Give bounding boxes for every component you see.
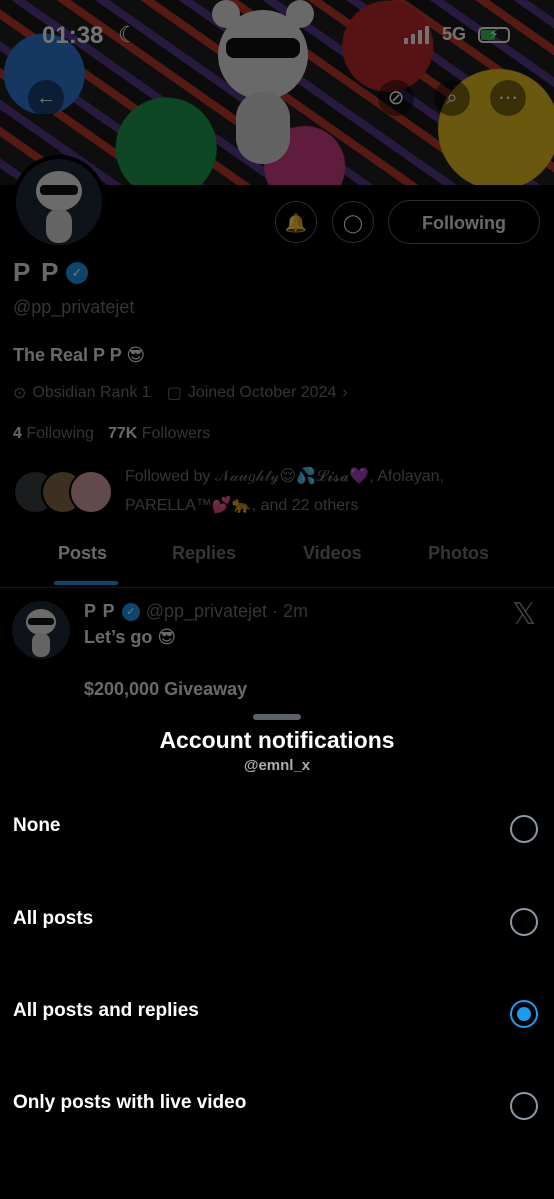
message-icon: ◯ xyxy=(342,213,364,233)
following-button[interactable]: Following xyxy=(388,200,540,244)
tab-posts[interactable]: Posts xyxy=(58,543,107,564)
sheet-subtitle: @emnl_x xyxy=(243,757,311,774)
signal-icon xyxy=(404,26,429,44)
no-notifications-icon[interactable]: ⊘ xyxy=(378,80,414,116)
post-text-line2: $200,000 Giveaway xyxy=(84,679,248,699)
followed-by-row[interactable]: Followed by 𝒩𝒶𝓊𝑔𝒽𝓉𝓎😌💦𝓛𝓲𝓼𝓪💜, Afolayan, PA… xyxy=(13,460,543,520)
back-arrow-icon[interactable]: ← xyxy=(28,80,64,116)
network-type: 5G xyxy=(442,24,467,44)
verified-badge-icon: ✓ xyxy=(66,262,88,284)
profile-name: P P xyxy=(13,257,61,287)
verified-badge-icon: ✓ xyxy=(121,602,140,621)
option-label: None xyxy=(13,815,61,836)
post-handle-time: @pp_privatejet · 2m xyxy=(145,601,309,621)
status-time: 01:38 xyxy=(42,22,104,49)
profile-joined[interactable]: Joined October 2024 xyxy=(188,384,337,402)
chevron-right-icon: › xyxy=(342,384,348,401)
radio-button[interactable] xyxy=(510,815,538,843)
post-header: P P ✓ @pp_privatejet · 2m xyxy=(84,601,308,622)
profile-section: 🔔 ◯ Following P P ✓ @pp_privatejet The R… xyxy=(0,155,554,785)
profile-handle: @pp_privatejet xyxy=(13,297,135,317)
profile-bio: The Real P P 😎 xyxy=(13,345,146,365)
profile-meta: ⊙ Obsidian Rank 1 ▢ Joined October 2024 … xyxy=(13,383,348,403)
profile-tabs: Posts Replies Videos Photos xyxy=(0,525,554,588)
location-icon: ⊙ xyxy=(13,385,27,402)
post-avatar[interactable] xyxy=(12,601,70,659)
x-logo-icon: 𝕏 xyxy=(512,597,537,632)
following-stat[interactable]: 4 Following xyxy=(13,425,94,443)
more-icon[interactable]: ⋯ xyxy=(490,80,526,116)
account-notifications-sheet: Account notifications @emnl_x None All p… xyxy=(0,705,554,1199)
calendar-icon: ▢ xyxy=(166,385,182,402)
radio-button[interactable] xyxy=(510,908,538,936)
search-icon[interactable]: ⌕ xyxy=(434,80,470,116)
option-live-video-only[interactable]: Only posts with live video xyxy=(0,1064,554,1144)
tab-replies[interactable]: Replies xyxy=(172,543,236,564)
sheet-grabber[interactable] xyxy=(253,714,301,720)
notification-bell-button[interactable]: 🔔 xyxy=(275,201,317,243)
avatar[interactable] xyxy=(12,155,106,249)
status-bar: 01:38 ☾ 5G ⚡ xyxy=(0,0,554,72)
sheet-title: Account notifications xyxy=(159,727,395,753)
option-label: All posts xyxy=(13,908,94,929)
option-label: Only posts with live video xyxy=(13,1092,247,1113)
followed-by-text: Followed by 𝒩𝒶𝓊𝑔𝒽𝓉𝓎😌💦𝓛𝓲𝓼𝓪💜, Afolayan, PA… xyxy=(125,468,444,514)
post-text-line1: Let’s go 😎 xyxy=(84,627,177,647)
option-none[interactable]: None xyxy=(0,787,554,867)
radio-button[interactable] xyxy=(510,1092,538,1120)
moon-icon: ☾ xyxy=(118,22,138,47)
follower-avatar xyxy=(69,470,113,514)
followers-stat[interactable]: 77K Followers xyxy=(108,425,210,443)
post-author-name: P P xyxy=(84,601,116,621)
profile-location: Obsidian Rank 1 xyxy=(32,384,151,401)
option-all-posts[interactable]: All posts xyxy=(0,880,554,960)
option-all-posts-and-replies[interactable]: All posts and replies xyxy=(0,972,554,1052)
tab-photos[interactable]: Photos xyxy=(428,543,489,564)
profile-stats: 4 Following 77K Followers xyxy=(13,425,210,443)
bell-icon: 🔔 xyxy=(284,213,308,233)
radio-button-selected[interactable] xyxy=(510,1000,538,1028)
active-tab-indicator xyxy=(54,581,118,585)
battery-icon: ⚡ xyxy=(478,26,510,43)
tab-videos[interactable]: Videos xyxy=(303,543,362,564)
option-label: All posts and replies xyxy=(13,1000,199,1021)
message-button[interactable]: ◯ xyxy=(332,201,374,243)
